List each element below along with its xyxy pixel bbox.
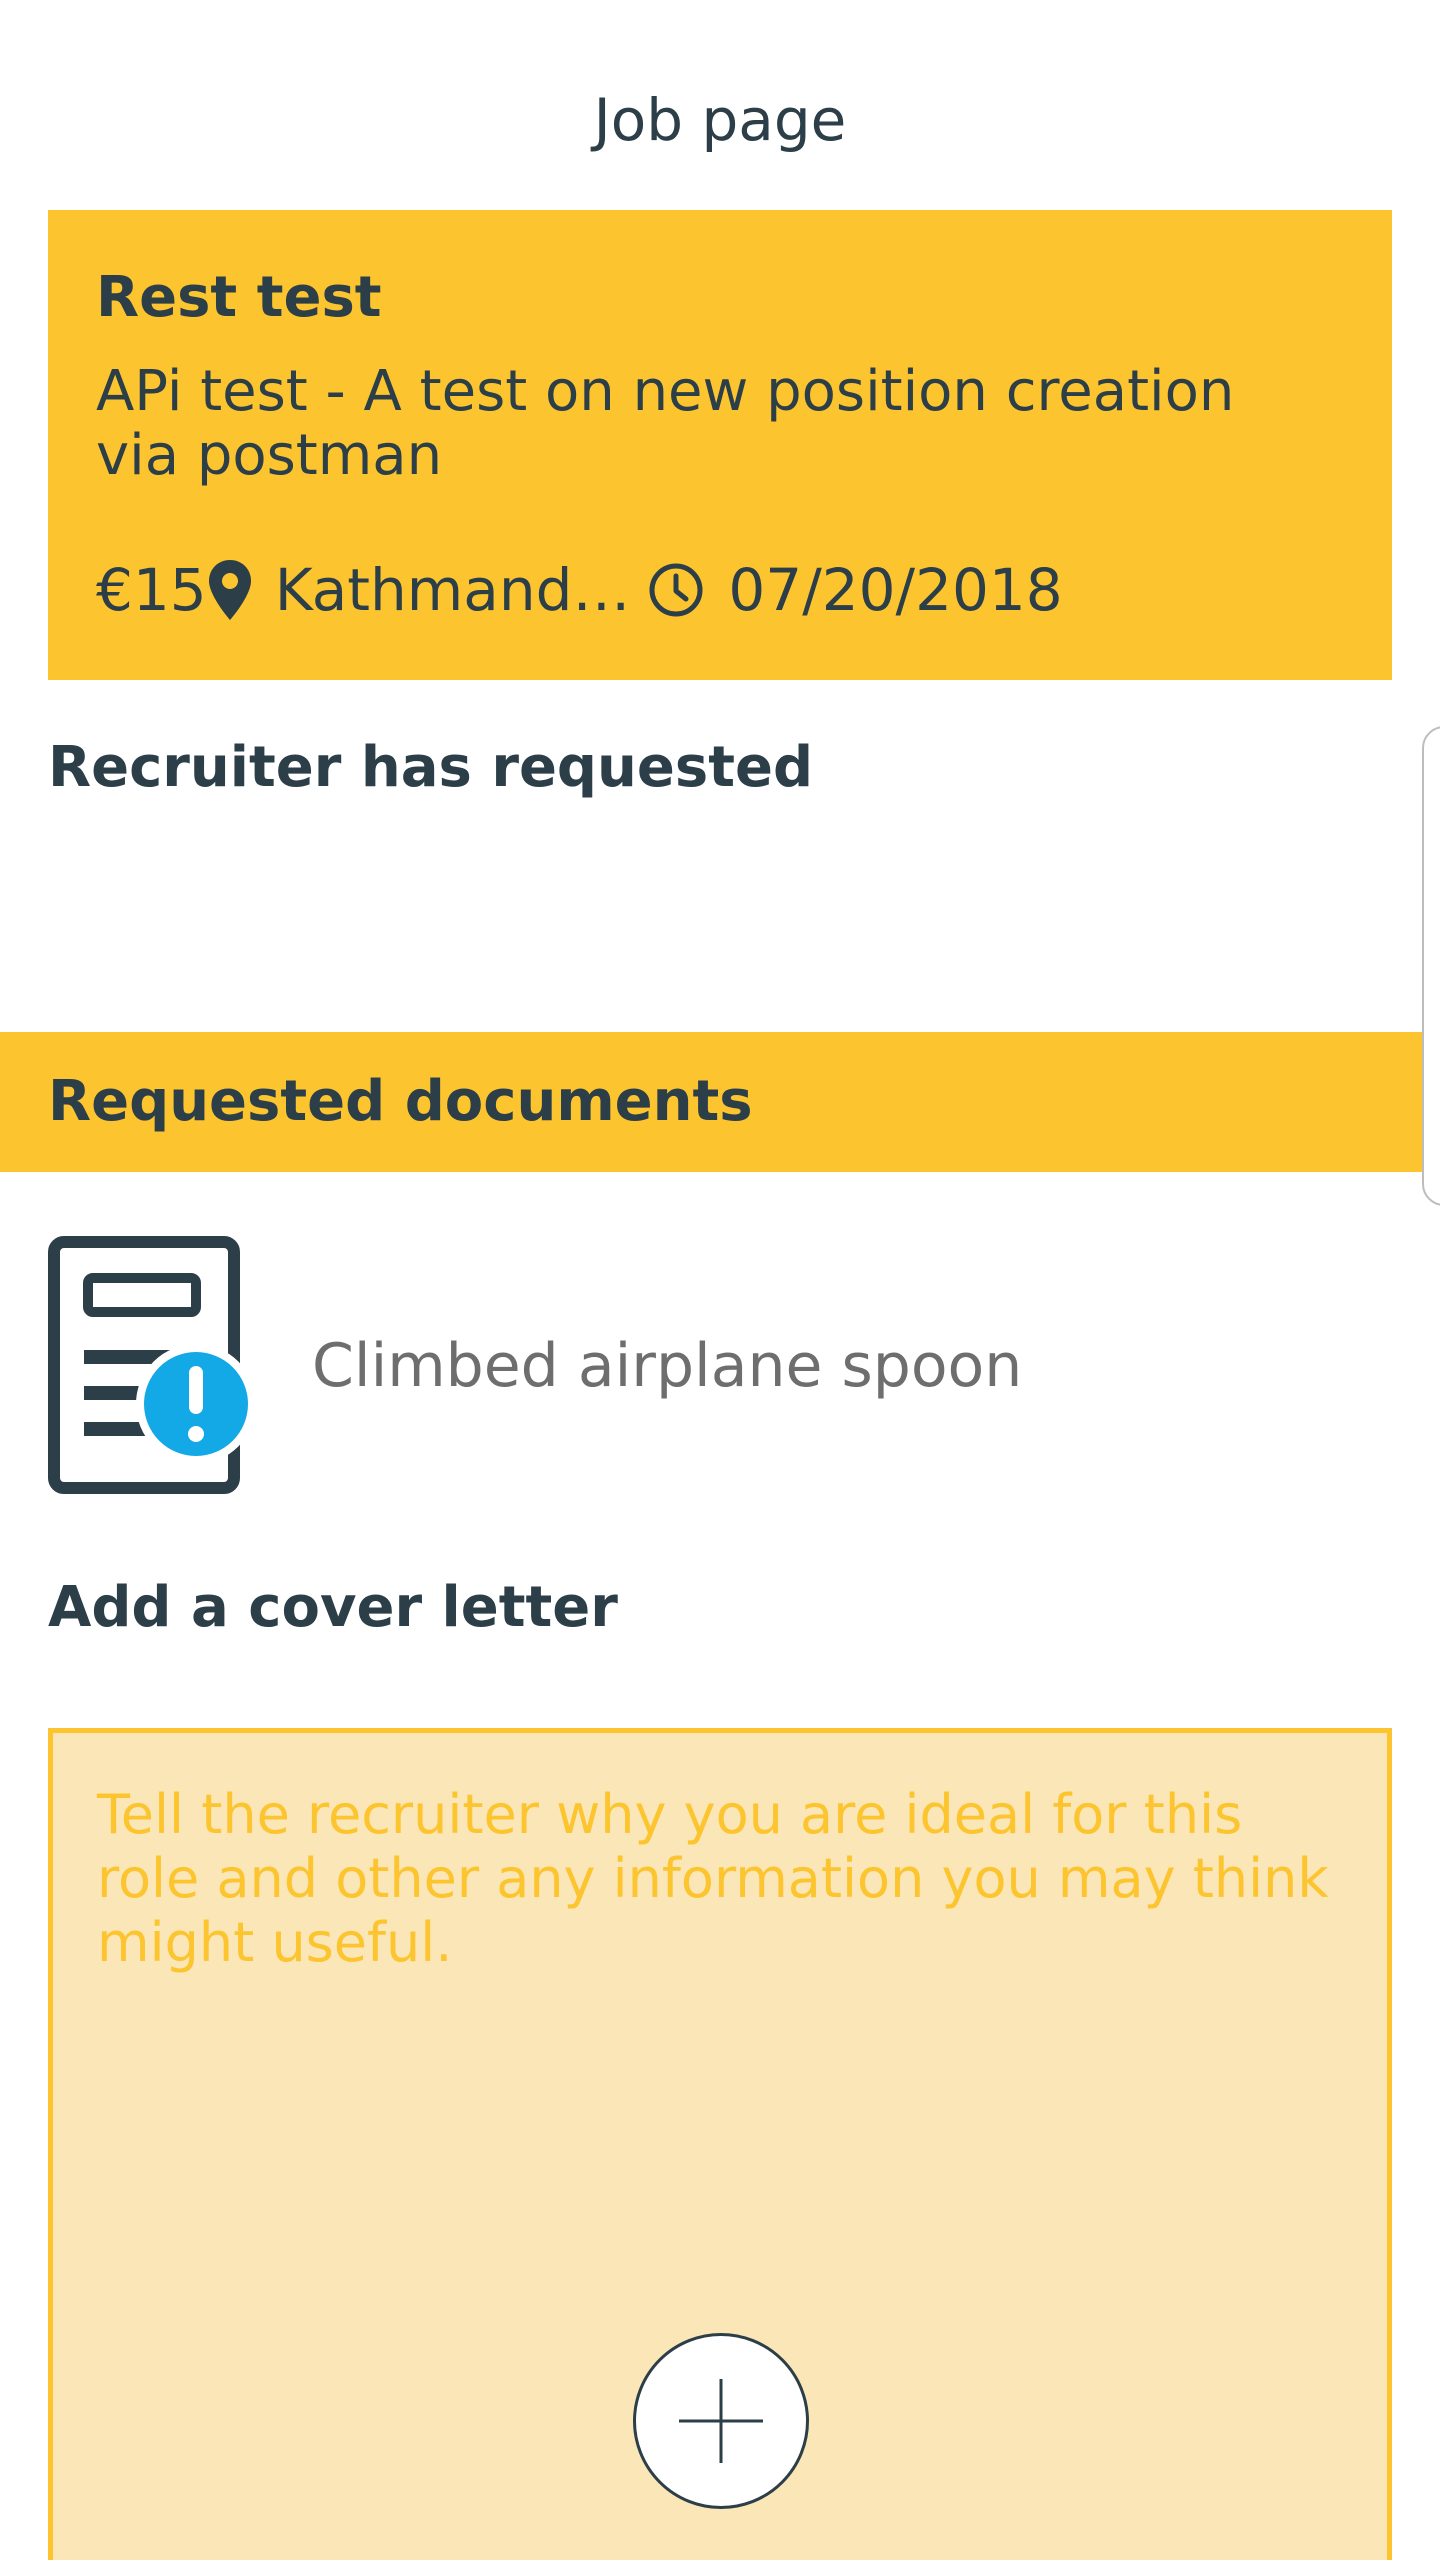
job-title: Rest test [96,265,382,330]
job-card[interactable]: Rest test APi test - A test on new posit… [48,210,1392,680]
job-location: Kathmand… [274,556,631,624]
edge-panel-handle[interactable] [1422,726,1440,1206]
cover-letter-placeholder: Tell the recruiter why you are ideal for… [97,1783,1329,1974]
document-alert-icon [48,1236,258,1500]
cover-letter-input[interactable]: Tell the recruiter why you are ideal for… [48,1728,1392,2560]
job-date: 07/20/2018 [728,556,1063,624]
plus-icon [636,2336,806,2510]
document-name: Climbed airplane spoon [312,1331,1023,1401]
document-item[interactable]: Climbed airplane spoon [48,1236,1392,1496]
recruiter-requested-heading: Recruiter has requested [48,735,814,800]
page-title: Job page [593,86,847,154]
requested-documents-heading: Requested documents [48,1069,753,1134]
job-meta: €15 Kathmand… 07/20/2018 [96,550,1063,630]
cover-letter-heading: Add a cover letter [48,1575,618,1640]
location-pin-icon [207,558,253,622]
requested-documents-band: Requested documents [0,1032,1440,1172]
clock-icon [648,562,704,618]
job-description: APi test - A test on new position creati… [96,359,1235,488]
job-salary: €15 [96,556,207,624]
add-cover-letter-button[interactable] [633,2333,809,2509]
